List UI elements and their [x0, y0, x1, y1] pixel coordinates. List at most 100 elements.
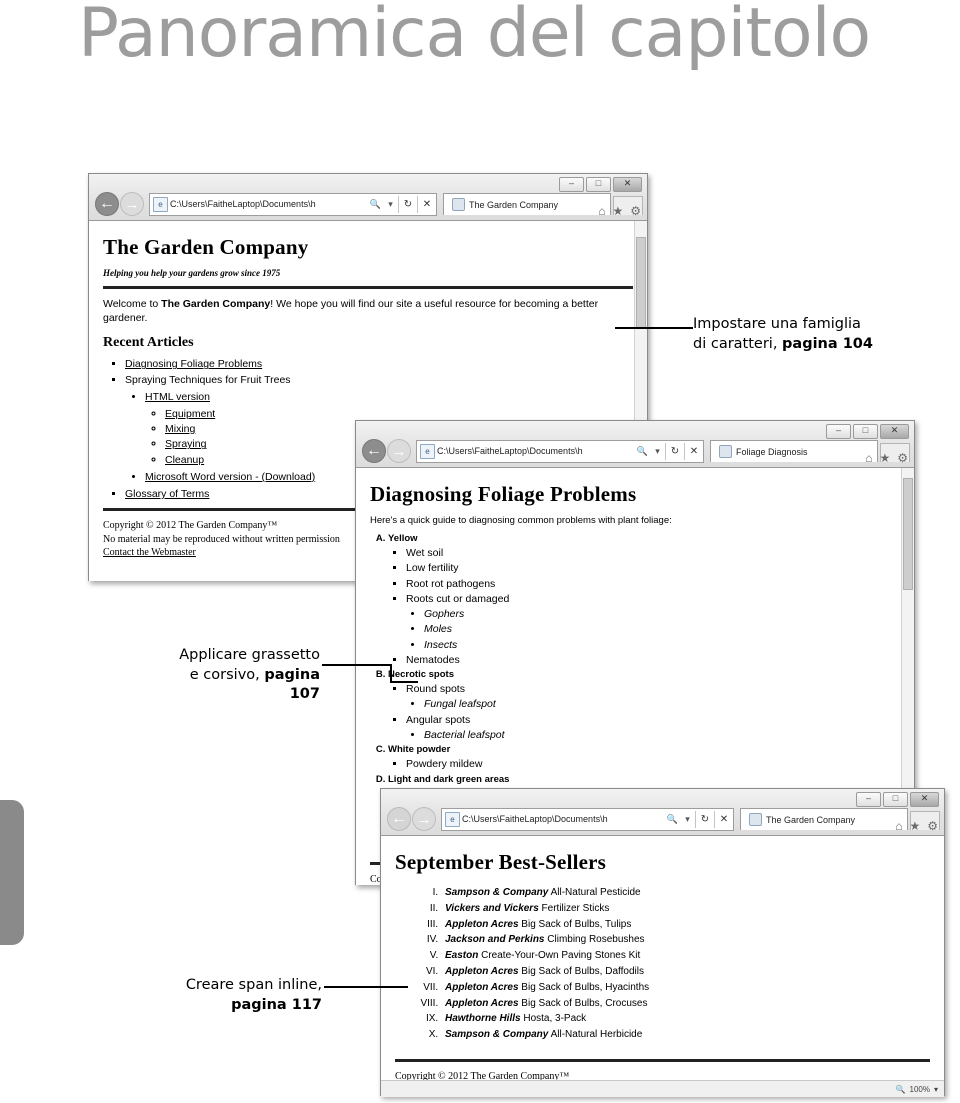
page-favicon-icon: e — [445, 811, 460, 827]
page-heading: Diagnosing Foliage Problems — [370, 482, 637, 506]
browser-tab[interactable]: The Garden Company — [740, 808, 908, 830]
window-controls: – □ ✕ — [559, 177, 642, 192]
forward-button[interactable]: → — [120, 192, 144, 216]
stop-icon[interactable]: ✕ — [418, 199, 436, 210]
stop-icon[interactable]: ✕ — [685, 446, 703, 457]
chevron-down-icon[interactable]: ▾ — [650, 446, 665, 457]
brand-name: Sampson & Company — [445, 1029, 549, 1041]
command-bar: ⌂ ★ ⚙ — [865, 451, 908, 465]
callout-page-ref: pagina 104 — [782, 335, 873, 352]
window-controls: – □ ✕ — [856, 792, 939, 807]
callout-leader-line — [324, 986, 408, 988]
search-icon[interactable]: 🔍 — [665, 814, 680, 825]
refresh-icon[interactable]: ↻ — [666, 446, 684, 457]
article-link[interactable]: HTML version — [145, 391, 210, 403]
address-bar[interactable]: e C:\Users\FaitheLaptop\Documents\h 🔍 ▾ … — [441, 807, 734, 831]
brand-name: Appleton Acres — [445, 981, 519, 993]
back-button[interactable]: ← — [95, 192, 119, 216]
article-label: Spraying Techniques for Fruit Trees — [125, 373, 291, 386]
favorites-star-icon[interactable]: ★ — [909, 819, 920, 833]
chevron-down-icon[interactable]: ▾ — [383, 199, 398, 210]
lead-paragraph: Here's a quick guide to diagnosing commo… — [370, 515, 672, 526]
list-item: Hawthorne Hills Hosta, 3-Pack — [441, 1011, 930, 1027]
product-name: Climbing Rosebushes — [544, 934, 645, 946]
zoom-level[interactable]: 100% — [910, 1085, 930, 1094]
stop-icon[interactable]: ✕ — [715, 814, 733, 825]
callout-line-2: pagina 117 — [170, 996, 322, 1016]
home-icon[interactable]: ⌂ — [865, 451, 872, 465]
forward-button[interactable]: → — [387, 439, 411, 463]
address-bar[interactable]: e C:\Users\FaitheLaptop\Documents\h 🔍 ▾ … — [416, 439, 704, 463]
search-icon[interactable]: 🔍 — [635, 446, 650, 457]
tab-title: Foliage Diagnosis — [736, 446, 808, 457]
back-button[interactable]: ← — [362, 439, 386, 463]
minimize-button[interactable]: – — [856, 792, 881, 807]
article-link[interactable]: Equipment — [165, 408, 215, 420]
home-icon[interactable]: ⌂ — [598, 204, 605, 218]
favorites-star-icon[interactable]: ★ — [879, 451, 890, 465]
browser-tab[interactable]: Foliage Diagnosis — [710, 440, 878, 462]
article-link[interactable]: Microsoft Word version - (Download) — [145, 471, 315, 483]
maximize-button[interactable]: □ — [853, 424, 878, 439]
favorites-star-icon[interactable]: ★ — [612, 204, 623, 218]
intro-paragraph: Welcome to The Garden Company! We hope y… — [103, 297, 633, 325]
article-link[interactable]: Glossary of Terms — [125, 488, 209, 500]
chevron-down-icon[interactable]: ▾ — [680, 814, 695, 825]
brand-name: Easton — [445, 950, 479, 962]
forward-button[interactable]: → — [412, 807, 436, 831]
callout-leader-line — [615, 327, 693, 329]
close-button[interactable]: ✕ — [880, 424, 909, 439]
list-item: Round spots Fungal leafspot — [406, 682, 900, 712]
list-item: Roots cut or damaged Gophers Moles Insec… — [406, 592, 900, 653]
settings-gear-icon[interactable]: ⚙ — [630, 204, 641, 218]
article-link[interactable]: Diagnosing Foliage Problems — [125, 358, 262, 370]
address-bar[interactable]: e C:\Users\FaitheLaptop\Documents\h 🔍 ▾ … — [149, 192, 437, 216]
outline-subitems: Gophers Moles Insects — [406, 607, 900, 653]
maximize-button[interactable]: □ — [883, 792, 908, 807]
outline-group: Yellow Wet soil Low fertility Root rot p… — [388, 532, 900, 668]
back-button[interactable]: ← — [387, 807, 411, 831]
site-heading: The Garden Company — [103, 235, 309, 259]
product-name: Big Sack of Bulbs, Crocuses — [518, 997, 648, 1009]
list-item[interactable]: Diagnosing Foliage Problems — [125, 357, 633, 372]
outline-subitems: Bacterial leafspot — [406, 728, 900, 743]
chevron-down-icon[interactable]: ▾ — [934, 1085, 938, 1094]
article-link[interactable]: Mixing — [165, 423, 195, 435]
callout-line-1: Creare span inline, — [185, 977, 322, 993]
magnifier-icon[interactable]: 🔍 — [896, 1085, 906, 1094]
browser-tab[interactable]: The Garden Company — [443, 193, 611, 215]
list-item: Fungal leafspot — [424, 697, 900, 712]
home-icon[interactable]: ⌂ — [895, 819, 902, 833]
settings-gear-icon[interactable]: ⚙ — [897, 451, 908, 465]
intro-pre: Welcome to — [103, 298, 162, 310]
page-heading: September Best-Sellers — [395, 850, 607, 874]
scrollbar-thumb[interactable] — [903, 478, 913, 590]
browser-window-september-best-sellers[interactable]: – □ ✕ ← → e C:\Users\FaitheLaptop\Docume… — [380, 788, 945, 1097]
command-bar: ⌂ ★ ⚙ — [895, 819, 938, 833]
refresh-icon[interactable]: ↻ — [696, 814, 714, 825]
list-item: Insects — [424, 638, 900, 653]
address-text: C:\Users\FaitheLaptop\Documents\h — [437, 446, 583, 456]
page-title: Panoramica del capitolo — [78, 0, 871, 73]
minimize-button[interactable]: – — [559, 177, 584, 192]
scrollbar-thumb[interactable] — [636, 237, 646, 329]
close-button[interactable]: ✕ — [910, 792, 939, 807]
page-favicon-icon: e — [153, 196, 168, 212]
outline-subitems: Fungal leafspot — [406, 697, 900, 712]
outline-items: Powdery mildew — [388, 757, 900, 772]
maximize-button[interactable]: □ — [586, 177, 611, 192]
close-button[interactable]: ✕ — [613, 177, 642, 192]
list-item: Vickers and Vickers Fertilizer Sticks — [441, 901, 930, 917]
list-item: Appleton Acres Big Sack of Bulbs, Hyacin… — [441, 980, 930, 996]
list-item: Nematodes — [406, 653, 900, 668]
callout-bold-italic: Applicare grassetto e corsivo, pagina 10… — [155, 646, 320, 705]
article-link[interactable]: Spraying — [165, 438, 206, 450]
callout-line-2: di caratteri, pagina 104 — [693, 335, 873, 352]
search-icon[interactable]: 🔍 — [368, 199, 383, 210]
refresh-icon[interactable]: ↻ — [399, 199, 417, 210]
tab-favicon-icon — [719, 445, 732, 458]
address-text: C:\Users\FaitheLaptop\Documents\h — [462, 814, 608, 824]
settings-gear-icon[interactable]: ⚙ — [927, 819, 938, 833]
article-link[interactable]: Cleanup — [165, 454, 204, 466]
minimize-button[interactable]: – — [826, 424, 851, 439]
